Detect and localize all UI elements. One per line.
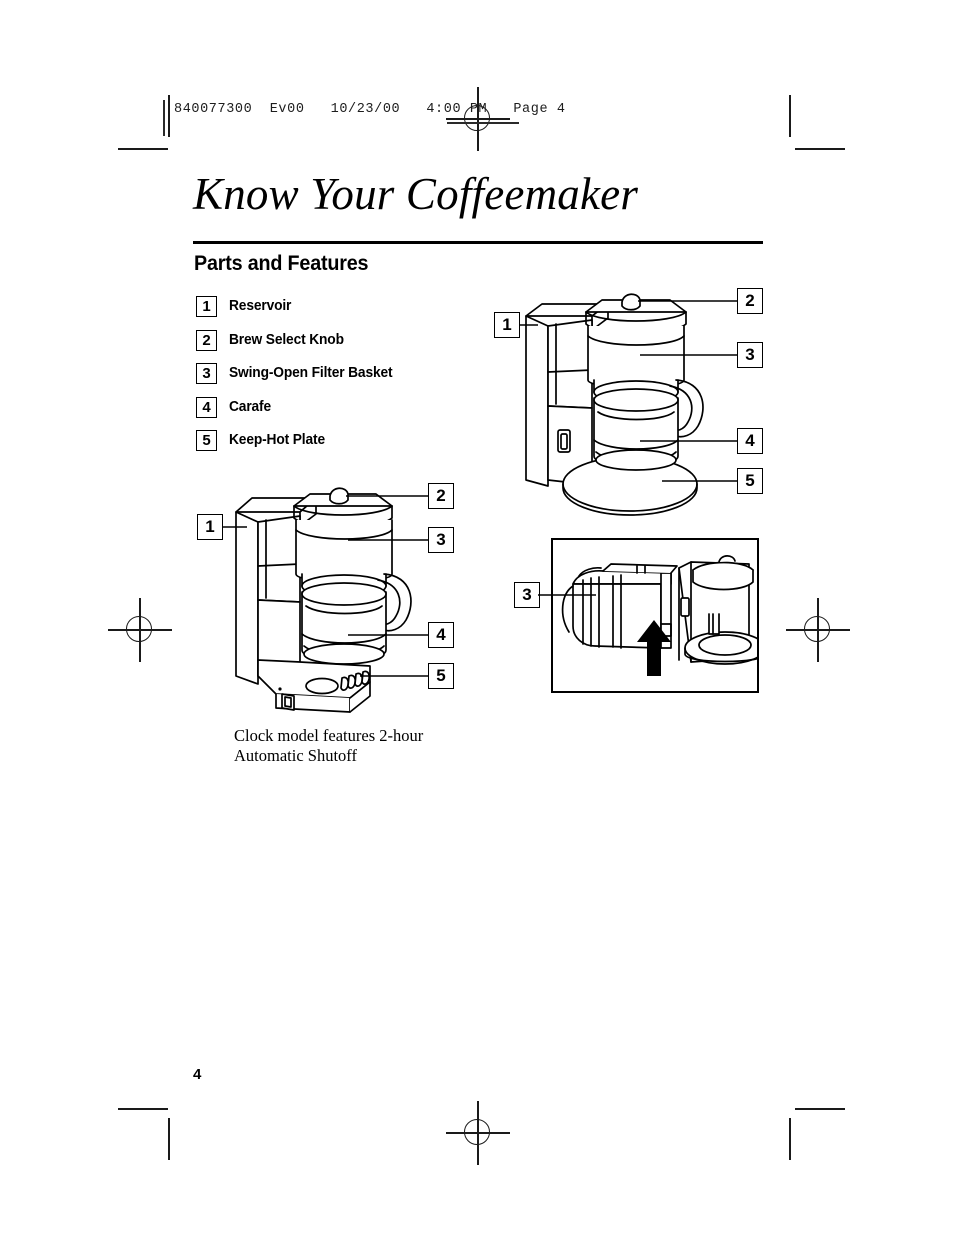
slug-left-rule (163, 100, 165, 136)
legend-number-2: 2 (196, 329, 217, 351)
legend-label-carafe: Carafe (229, 398, 272, 415)
caption-line-2: Automatic Shutoff (234, 746, 357, 765)
list-item: 5 Keep-Hot Plate (196, 430, 496, 464)
legend-label-brew-select-knob: Brew Select Knob (229, 331, 344, 348)
list-item: 2 Brew Select Knob (196, 329, 496, 364)
page-title: Know Your Coffeemaker (193, 169, 639, 219)
page-number: 4 (193, 1066, 202, 1083)
list-item: 4 Carafe (196, 396, 496, 431)
list-item: 3 Swing-Open Filter Basket (196, 363, 496, 397)
registration-mark-top-center (446, 87, 510, 151)
crop-mark-bottom-left (118, 1108, 168, 1110)
crop-mark-bottom-right-vertical (789, 1118, 791, 1160)
basic-model-leader-lines (520, 300, 737, 482)
legend-label-keep-hot-plate: Keep-Hot Plate (229, 432, 325, 449)
figure-basic-model: 1 2 3 4 5 (490, 280, 763, 525)
caption-line-1: Clock model features 2-hour (234, 726, 424, 745)
manual-page: 840077300 Ev00 10/23/00 4:00 PM Page 4 K… (0, 0, 954, 1235)
filter-detail-leader-line (538, 594, 596, 596)
figure-clock-model: 1 2 3 4 5 (197, 476, 454, 721)
legend-label-reservoir: Reservoir (229, 298, 292, 314)
title-divider (193, 241, 763, 244)
legend-number-5: 5 (196, 430, 217, 452)
crop-mark-top-right-vertical (789, 95, 791, 137)
section-heading: Parts and Features (194, 252, 369, 275)
legend-label-swing-open-filter-basket: Swing-Open Filter Basket (229, 365, 393, 382)
registration-mark-right-center (786, 598, 850, 662)
callout-3-detail: 3 (514, 582, 540, 608)
clock-model-leader-lines (223, 495, 428, 677)
crop-mark-bottom-right (795, 1108, 845, 1110)
registration-mark-left-center (108, 598, 172, 662)
crop-mark-top-right (795, 148, 845, 150)
print-slug-text: 840077300 Ev00 10/23/00 4:00 PM Page 4 (174, 102, 566, 117)
crop-mark-bottom-left-vertical (168, 1118, 170, 1160)
list-item: 1 Reservoir (196, 296, 496, 330)
legend-number-1: 1 (196, 296, 217, 317)
slug-underline (447, 122, 519, 124)
registration-mark-bottom-center (446, 1101, 510, 1165)
figure-caption: Clock model features 2-hour Automatic Sh… (234, 726, 423, 766)
parts-legend-list: 1 Reservoir 2 Brew Select Knob 3 Swing-O… (196, 296, 496, 464)
crop-mark-top-left-vertical (168, 95, 170, 137)
legend-number-3: 3 (196, 363, 217, 385)
legend-number-4: 4 (196, 396, 217, 418)
crop-mark-top-left (118, 148, 168, 150)
